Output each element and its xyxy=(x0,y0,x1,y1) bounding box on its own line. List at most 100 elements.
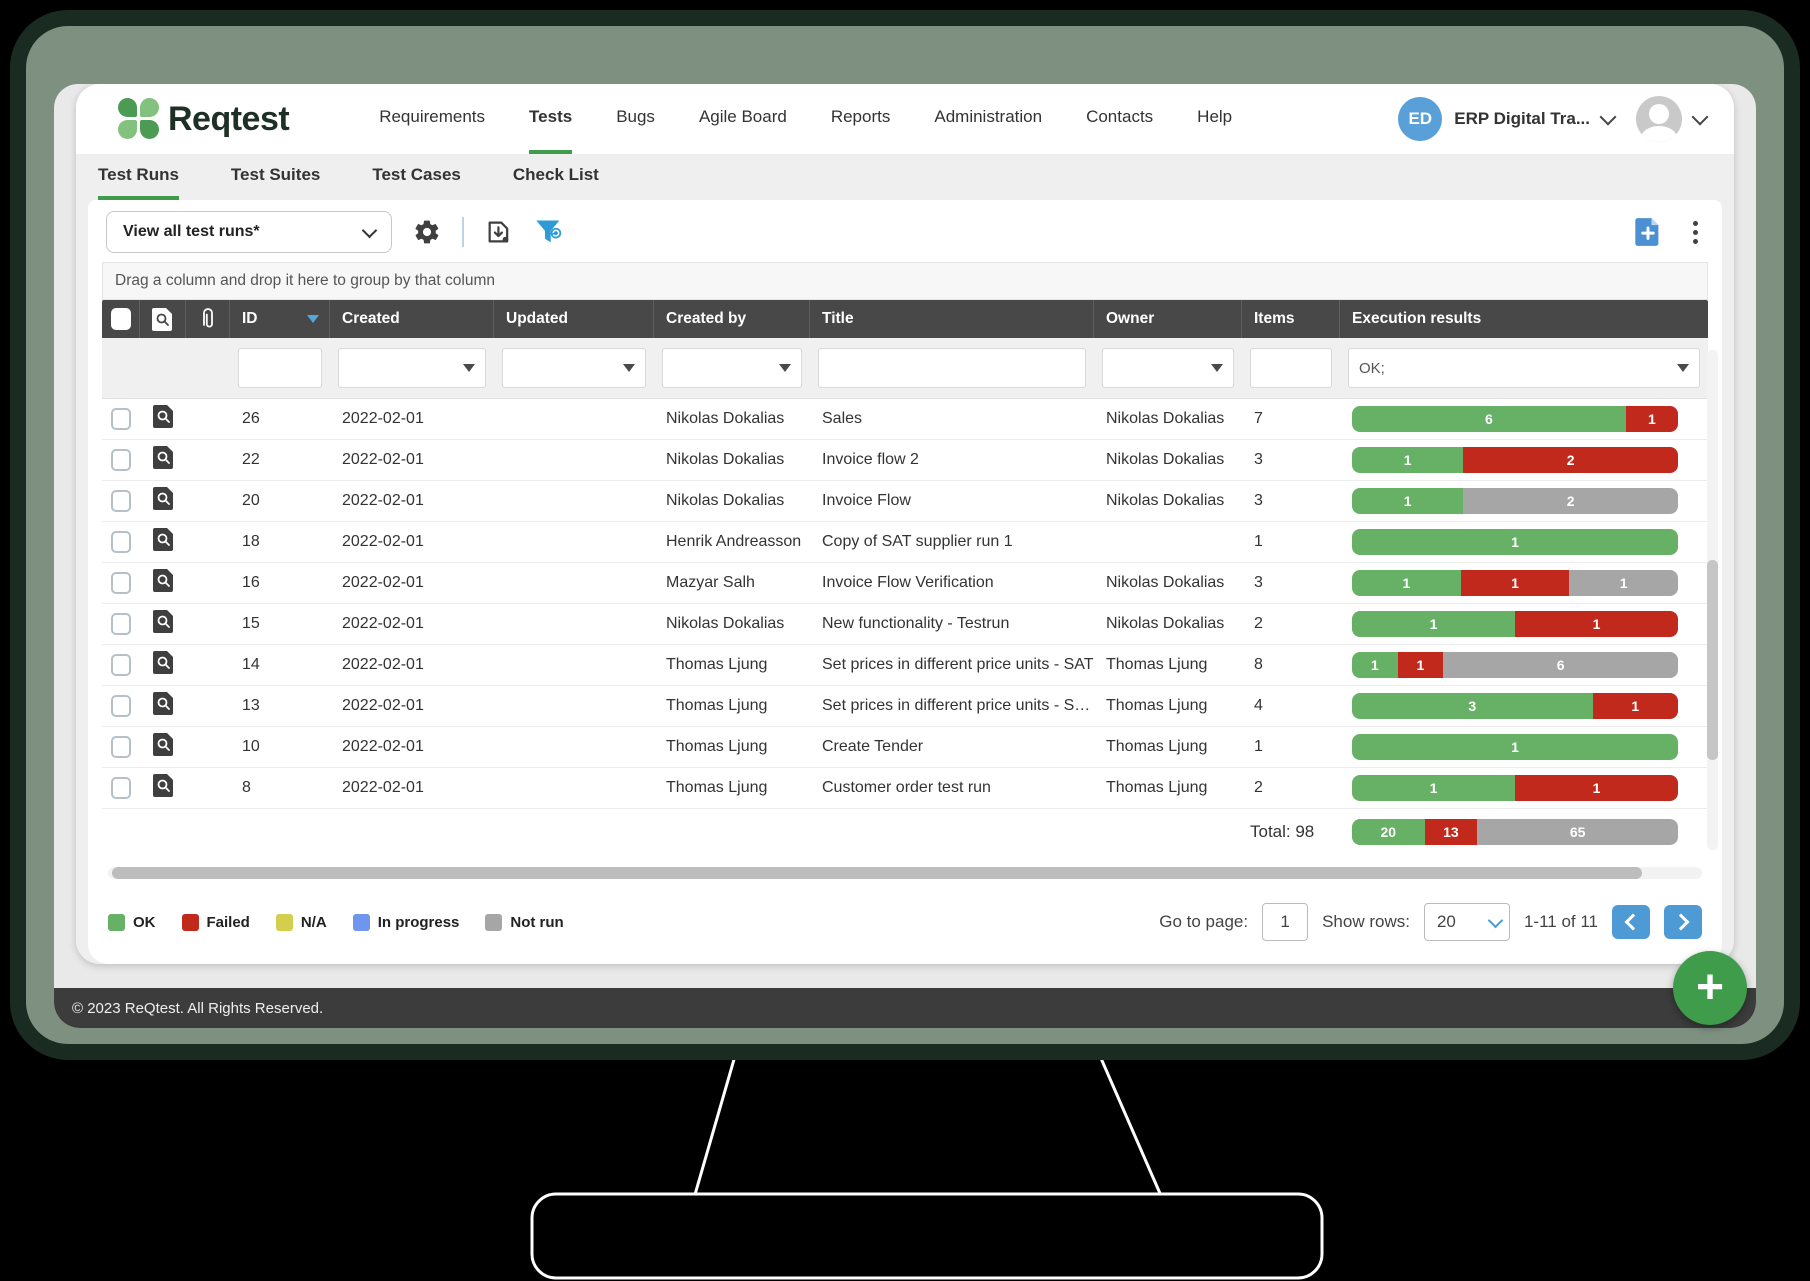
kebab-menu-icon[interactable] xyxy=(1687,219,1704,246)
table-row[interactable]: 132022-02-01Thomas LjungSet prices in di… xyxy=(102,686,1708,727)
execution-segment-ok: 1 xyxy=(1352,570,1461,596)
paperclip-icon[interactable] xyxy=(186,300,230,338)
preview-icon[interactable] xyxy=(152,568,175,598)
filter-owner-select[interactable] xyxy=(1102,348,1234,388)
preview-icon[interactable] xyxy=(152,527,175,557)
row-checkbox[interactable] xyxy=(111,490,131,512)
nav-item-requirements[interactable]: Requirements xyxy=(379,84,485,154)
column-header-owner[interactable]: Owner xyxy=(1094,300,1242,338)
cell-created-by: Thomas Ljung xyxy=(654,779,810,797)
tab-check-list[interactable]: Check List xyxy=(513,154,599,200)
row-checkbox[interactable] xyxy=(111,449,131,471)
filter-updated-select[interactable] xyxy=(502,348,646,388)
filter-created-select[interactable] xyxy=(338,348,486,388)
execution-bar: 1 xyxy=(1352,529,1678,555)
cell-items: 3 xyxy=(1242,451,1340,469)
nav-item-administration[interactable]: Administration xyxy=(934,84,1042,154)
cell-created: 2022-02-01 xyxy=(330,451,494,469)
view-selector[interactable]: View all test runs* xyxy=(106,211,392,253)
preview-icon[interactable] xyxy=(152,691,175,721)
table-row[interactable]: 152022-02-01Nikolas DokaliasNew function… xyxy=(102,604,1708,645)
column-header-id[interactable]: ID xyxy=(230,300,330,338)
nav-item-reports[interactable]: Reports xyxy=(831,84,891,154)
tab-test-suites[interactable]: Test Suites xyxy=(231,154,320,200)
filter-icon[interactable] xyxy=(534,217,564,247)
tab-test-runs[interactable]: Test Runs xyxy=(98,154,179,200)
select-all-checkbox[interactable] xyxy=(102,300,140,338)
column-header-title[interactable]: Title xyxy=(810,300,1094,338)
preview-icon[interactable] xyxy=(152,445,175,475)
settings-gear-icon[interactable] xyxy=(412,217,442,247)
previous-page-button[interactable] xyxy=(1612,905,1650,939)
table-row[interactable]: 222022-02-01Nikolas DokaliasInvoice flow… xyxy=(102,440,1708,481)
row-checkbox[interactable] xyxy=(111,408,131,430)
table-row[interactable]: 162022-02-01Mazyar SalhInvoice Flow Veri… xyxy=(102,563,1708,604)
nav-item-help[interactable]: Help xyxy=(1197,84,1232,154)
row-checkbox-cell xyxy=(102,736,140,758)
filter-id-input[interactable] xyxy=(238,348,322,388)
filter-items-input[interactable] xyxy=(1250,348,1332,388)
nav-item-agile-board[interactable]: Agile Board xyxy=(699,84,787,154)
execution-bar: 31 xyxy=(1352,693,1678,719)
table-row[interactable]: 82022-02-01Thomas LjungCustomer order te… xyxy=(102,768,1708,809)
legend-label: Not run xyxy=(510,914,563,931)
legend-item-failed: Failed xyxy=(182,914,250,931)
row-checkbox[interactable] xyxy=(111,695,131,717)
preview-icon[interactable] xyxy=(152,609,175,639)
execution-cell: 61 xyxy=(1340,406,1708,432)
page-input[interactable]: 1 xyxy=(1262,903,1308,941)
preview-icon[interactable] xyxy=(152,486,175,516)
row-checkbox[interactable] xyxy=(111,777,131,799)
table-row[interactable]: 202022-02-01Nikolas DokaliasInvoice Flow… xyxy=(102,481,1708,522)
table-row[interactable]: 142022-02-01Thomas LjungSet prices in di… xyxy=(102,645,1708,686)
column-header-created-by[interactable]: Created by xyxy=(654,300,810,338)
reqtest-logo[interactable]: Reqtest xyxy=(118,84,289,154)
column-header-items[interactable]: Items xyxy=(1242,300,1340,338)
execution-cell: 1 xyxy=(1340,734,1708,760)
import-icon[interactable] xyxy=(484,217,514,247)
horizontal-scrollbar[interactable] xyxy=(108,867,1702,879)
column-header-created[interactable]: Created xyxy=(330,300,494,338)
tab-test-cases[interactable]: Test Cases xyxy=(372,154,461,200)
org-avatar[interactable]: ED xyxy=(1398,97,1442,141)
add-fab-button[interactable]: + xyxy=(1673,951,1747,1025)
preview-icon[interactable] xyxy=(152,773,175,803)
chevron-down-icon[interactable] xyxy=(1600,108,1617,125)
next-page-button[interactable] xyxy=(1664,905,1702,939)
group-by-bar[interactable]: Drag a column and drop it here to group … xyxy=(102,262,1708,300)
user-avatar-icon[interactable] xyxy=(1636,96,1682,142)
row-checkbox[interactable] xyxy=(111,654,131,676)
row-checkbox[interactable] xyxy=(111,572,131,594)
row-checkbox[interactable] xyxy=(111,736,131,758)
chevron-down-icon[interactable] xyxy=(1692,108,1709,125)
nav-item-bugs[interactable]: Bugs xyxy=(616,84,655,154)
preview-icon[interactable] xyxy=(152,650,175,680)
nav-item-tests[interactable]: Tests xyxy=(529,84,572,154)
column-header-updated[interactable]: Updated xyxy=(494,300,654,338)
rows-per-page-select[interactable]: 20 xyxy=(1424,903,1510,941)
execution-segment-ok: 20 xyxy=(1352,819,1425,845)
execution-segment-ok: 1 xyxy=(1352,529,1678,555)
preview-icon[interactable] xyxy=(152,732,175,762)
table-body: 262022-02-01Nikolas DokaliasSalesNikolas… xyxy=(102,399,1708,809)
column-header-execution-results[interactable]: Execution results xyxy=(1340,300,1708,338)
vertical-scrollbar[interactable] xyxy=(1707,350,1718,850)
table-row[interactable]: 182022-02-01Henrik AndreassonCopy of SAT… xyxy=(102,522,1708,563)
add-document-icon[interactable] xyxy=(1633,217,1663,247)
cell-created-by: Nikolas Dokalias xyxy=(654,451,810,469)
filter-execution-select[interactable]: OK; xyxy=(1348,348,1700,388)
filter-created-by-select[interactable] xyxy=(662,348,802,388)
row-checkbox-cell xyxy=(102,449,140,471)
row-checkbox-cell xyxy=(102,490,140,512)
execution-segment-ok: 1 xyxy=(1352,734,1678,760)
table-row[interactable]: 262022-02-01Nikolas DokaliasSalesNikolas… xyxy=(102,399,1708,440)
preview-column-icon[interactable] xyxy=(140,300,186,338)
preview-icon[interactable] xyxy=(152,404,175,434)
logo-text: Reqtest xyxy=(168,100,289,139)
table-row[interactable]: 102022-02-01Thomas LjungCreate TenderTho… xyxy=(102,727,1708,768)
row-checkbox[interactable] xyxy=(111,531,131,553)
nav-item-contacts[interactable]: Contacts xyxy=(1086,84,1153,154)
row-checkbox[interactable] xyxy=(111,613,131,635)
filter-title-input[interactable] xyxy=(818,348,1086,388)
cell-title: Set prices in different price units - Sp… xyxy=(810,697,1094,715)
